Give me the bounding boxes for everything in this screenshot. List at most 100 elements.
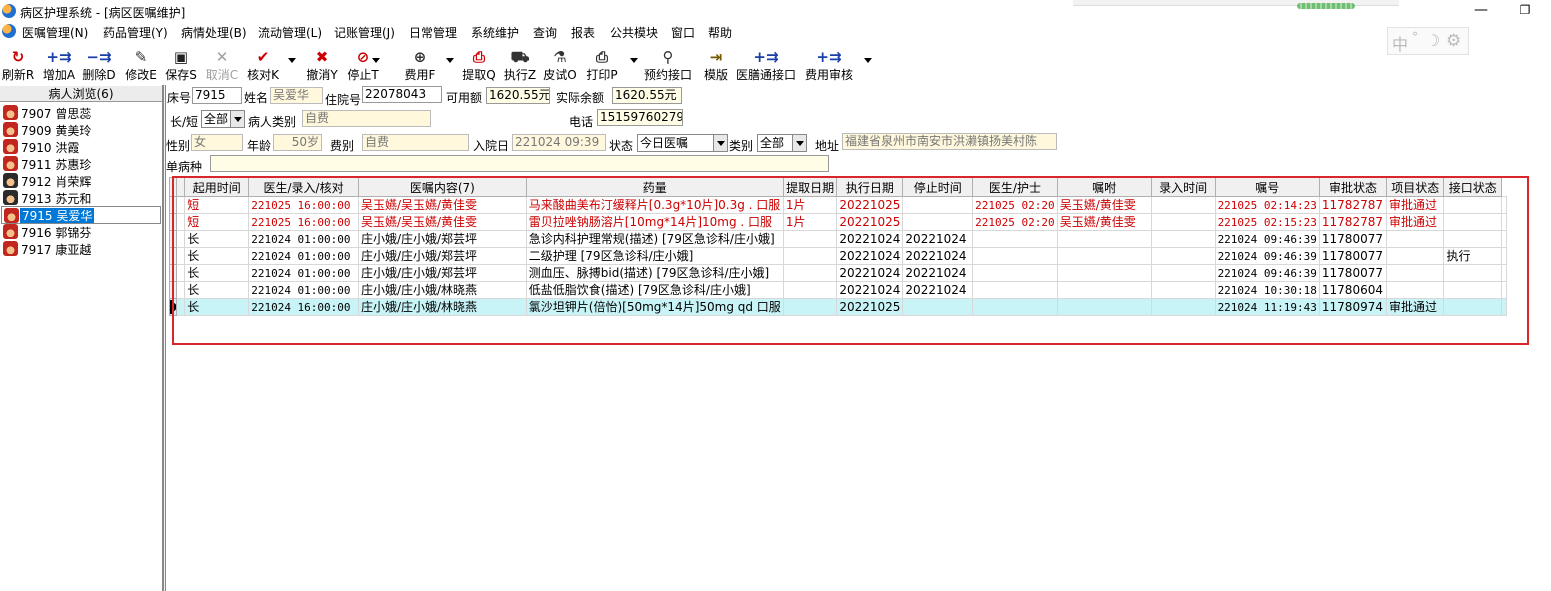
cell-exec[interactable]: 20221024 (902, 264, 974, 282)
cell-type[interactable]: 长 (184, 298, 250, 316)
cell-start[interactable]: 221025 16:00:00 (248, 196, 359, 214)
cell-entry[interactable]: 221025 02:14:23 (1214, 196, 1320, 214)
cell-item_status[interactable] (1443, 298, 1502, 316)
cell-no[interactable]: 11780604 (1318, 281, 1388, 299)
cell-type[interactable]: 长 (184, 264, 250, 282)
cell-extract[interactable]: 20221025 (836, 213, 904, 231)
row-indicator[interactable] (169, 230, 177, 248)
cell-stop[interactable] (972, 298, 1058, 316)
cell-iface[interactable] (1501, 196, 1507, 214)
column-header[interactable]: 嘱咐 (1056, 177, 1152, 197)
cell-approval[interactable] (1385, 281, 1445, 299)
cell-approval[interactable]: 审批通过 (1385, 196, 1445, 214)
cell-iface[interactable] (1501, 281, 1507, 299)
cell-content[interactable]: 氯沙坦钾片(倍怡)[50mg*14片]50mg qd 口服 (525, 298, 784, 316)
cell-approval[interactable] (1385, 230, 1445, 248)
cell-iface[interactable] (1501, 264, 1507, 282)
cell-note[interactable] (1150, 230, 1216, 248)
cell-doc_nurse[interactable]: 吴玉嬿/黄佳雯 (1056, 213, 1152, 231)
column-header[interactable]: 医生/录入/核对 (248, 177, 359, 197)
menu-item[interactable]: 窗口 (671, 24, 695, 41)
order-row[interactable]: 长 221024 01:00:00 庄小娥/庄小娥/郑芸坪 急诊内科护理常规(描述) … (169, 230, 1507, 248)
order-row[interactable]: 短 221025 16:00:00 吴玉嬿/吴玉嬿/黄佳雯 马来酸曲美布汀缓释片[0.… (169, 196, 1507, 214)
cell-type[interactable]: 长 (184, 247, 250, 265)
menu-item[interactable]: 帮助 (708, 24, 732, 41)
cell-doctors[interactable]: 庄小娥/庄小娥/郑芸坪 (357, 264, 527, 282)
cell-iface[interactable] (1501, 230, 1507, 248)
menu-item[interactable]: 医嘱管理(N) (22, 24, 88, 41)
cell-start[interactable]: 221024 01:00:00 (248, 281, 359, 299)
row-selector-cell[interactable] (175, 196, 186, 214)
cell-type[interactable]: 长 (184, 230, 250, 248)
cell-dose[interactable]: 1片 (782, 213, 838, 231)
cell-start[interactable]: 221024 01:00:00 (248, 230, 359, 248)
cell-extract[interactable]: 20221024 (836, 281, 904, 299)
cell-approval[interactable] (1385, 247, 1445, 265)
row-indicator[interactable] (169, 281, 177, 299)
cell-note[interactable] (1150, 213, 1216, 231)
cell-iface[interactable] (1501, 213, 1507, 231)
cell-no[interactable]: 11780077 (1318, 247, 1388, 265)
cell-iface[interactable] (1501, 247, 1507, 265)
order-row[interactable]: 长 221024 01:00:00 庄小娥/庄小娥/郑芸坪 测血压、脉搏bid(描述)… (169, 264, 1507, 282)
column-header[interactable]: 嘱号 (1214, 177, 1320, 197)
cell-doc_nurse[interactable] (1056, 247, 1152, 265)
column-header[interactable]: 药量 (525, 177, 784, 197)
cell-exec[interactable]: 20221024 (902, 281, 974, 299)
cell-extract[interactable]: 20221024 (836, 247, 904, 265)
patient-item[interactable]: 7907 曾思蕊 (1, 104, 161, 121)
cell-stop[interactable] (972, 247, 1058, 265)
cell-type[interactable]: 长 (184, 281, 250, 299)
cell-extract[interactable]: 20221025 (836, 298, 904, 316)
category-select[interactable]: 全部 (757, 134, 807, 152)
column-header[interactable]: 录入时间 (1150, 177, 1216, 197)
column-header[interactable]: 提取日期 (782, 177, 838, 197)
cell-dose[interactable] (782, 247, 838, 265)
order-row[interactable]: 长 221024 16:00:00 庄小娥/庄小娥/林晓燕 氯沙坦钾片(倍怡)[50m… (169, 298, 1507, 316)
dropdown-arrow-icon[interactable] (372, 58, 380, 63)
row-selector-cell[interactable] (175, 230, 186, 248)
chevron-down-icon[interactable] (713, 135, 727, 151)
chevron-down-icon[interactable] (230, 111, 244, 127)
cell-no[interactable]: 11782787 (1318, 196, 1388, 214)
cell-dose[interactable] (782, 298, 838, 316)
cell-doc_nurse[interactable] (1056, 298, 1152, 316)
cell-doctors[interactable]: 庄小娥/庄小娥/林晓燕 (357, 281, 527, 299)
cell-doc_nurse[interactable] (1056, 281, 1152, 299)
disease-field[interactable] (210, 155, 829, 172)
cell-doctors[interactable]: 吴玉嬿/吴玉嬿/黄佳雯 (357, 213, 527, 231)
toolbar-button[interactable]: ↻ 刷新R (1, 47, 35, 83)
cell-entry[interactable]: 221025 02:15:23 (1214, 213, 1320, 231)
patient-item[interactable]: 7915 吴爱华 (1, 206, 161, 224)
patient-item[interactable]: 7911 苏惠珍 (1, 155, 161, 172)
cell-doctors[interactable]: 庄小娥/庄小娥/郑芸坪 (357, 230, 527, 248)
menu-item[interactable]: 查询 (533, 24, 557, 41)
cell-entry[interactable]: 221024 10:30:18 (1214, 281, 1320, 299)
column-header[interactable] (169, 177, 177, 197)
row-indicator[interactable] (169, 264, 177, 282)
patient-item[interactable]: 7912 肖荣辉 (1, 172, 161, 189)
patient-item[interactable]: 7913 苏元和 (1, 189, 161, 206)
status-select[interactable]: 今日医嘱 (637, 134, 728, 152)
admission-no-field[interactable]: 22078043 (362, 86, 442, 103)
cell-start[interactable]: 221025 16:00:00 (248, 213, 359, 231)
menu-item[interactable]: 公共模块 (610, 24, 658, 41)
dropdown-arrow-icon[interactable] (630, 58, 638, 63)
toolbar-button[interactable]: ▣ 保存S (164, 47, 198, 83)
mdi-logo-icon[interactable] (2, 24, 16, 38)
column-header[interactable]: 审批状态 (1318, 177, 1388, 197)
cell-stop[interactable]: 221025 02:20 (972, 213, 1058, 231)
cell-item_status[interactable]: 执行 (1443, 247, 1502, 265)
patient-item[interactable]: 7910 洪霞 (1, 138, 161, 155)
bed-field[interactable]: 7915 (192, 87, 242, 104)
toolbar-button[interactable]: +⇉ 医膳通接口 (735, 47, 797, 83)
cell-iface[interactable] (1501, 298, 1507, 316)
term-select[interactable]: 全部 (201, 110, 245, 128)
row-selector-cell[interactable] (175, 298, 186, 316)
toolbar-button[interactable]: ⊕ 费用F (403, 47, 437, 83)
toolbar-button[interactable]: −⇉ 删除D (82, 47, 116, 83)
cell-content[interactable]: 测血压、脉搏bid(描述) [79区急诊科/庄小娥] (525, 264, 784, 282)
cell-entry[interactable]: 221024 09:46:39 (1214, 230, 1320, 248)
toolbar-button[interactable]: ⛟ 执行Z (503, 47, 537, 83)
menu-item[interactable]: 流动管理(L) (258, 24, 322, 41)
